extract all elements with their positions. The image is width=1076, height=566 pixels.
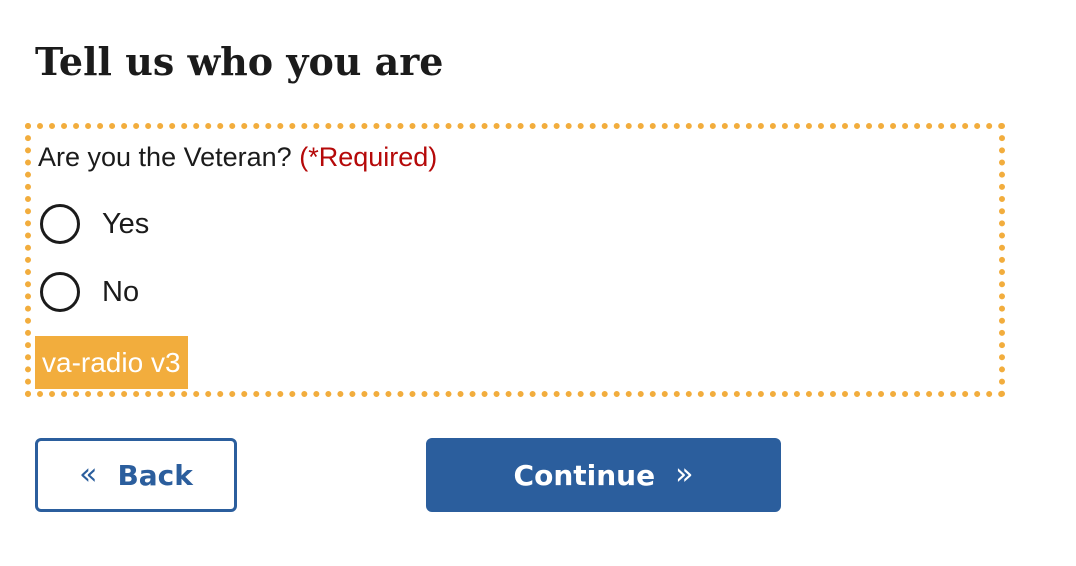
radio-button-yes[interactable] [40, 204, 80, 244]
question-label: Are you the Veteran? [38, 142, 292, 172]
chevron-double-left-icon: « [79, 457, 98, 492]
required-indicator: (*Required) [299, 142, 438, 172]
continue-button[interactable]: Continue » [426, 438, 781, 512]
radio-option-no[interactable]: No [40, 268, 139, 316]
chevron-double-right-icon: » [675, 457, 694, 492]
radio-option-yes[interactable]: Yes [40, 200, 149, 248]
page-title: Tell us who you are [35, 39, 444, 84]
question-legend: Are you the Veteran? (*Required) [38, 139, 437, 175]
back-button-label: Back [117, 458, 193, 492]
continue-button-label: Continue [513, 458, 656, 492]
component-version-tag: va-radio v3 [35, 336, 188, 389]
radio-label-yes[interactable]: Yes [102, 206, 149, 242]
back-button[interactable]: « Back [35, 438, 237, 512]
radio-button-no[interactable] [40, 272, 80, 312]
radio-label-no[interactable]: No [102, 274, 139, 310]
